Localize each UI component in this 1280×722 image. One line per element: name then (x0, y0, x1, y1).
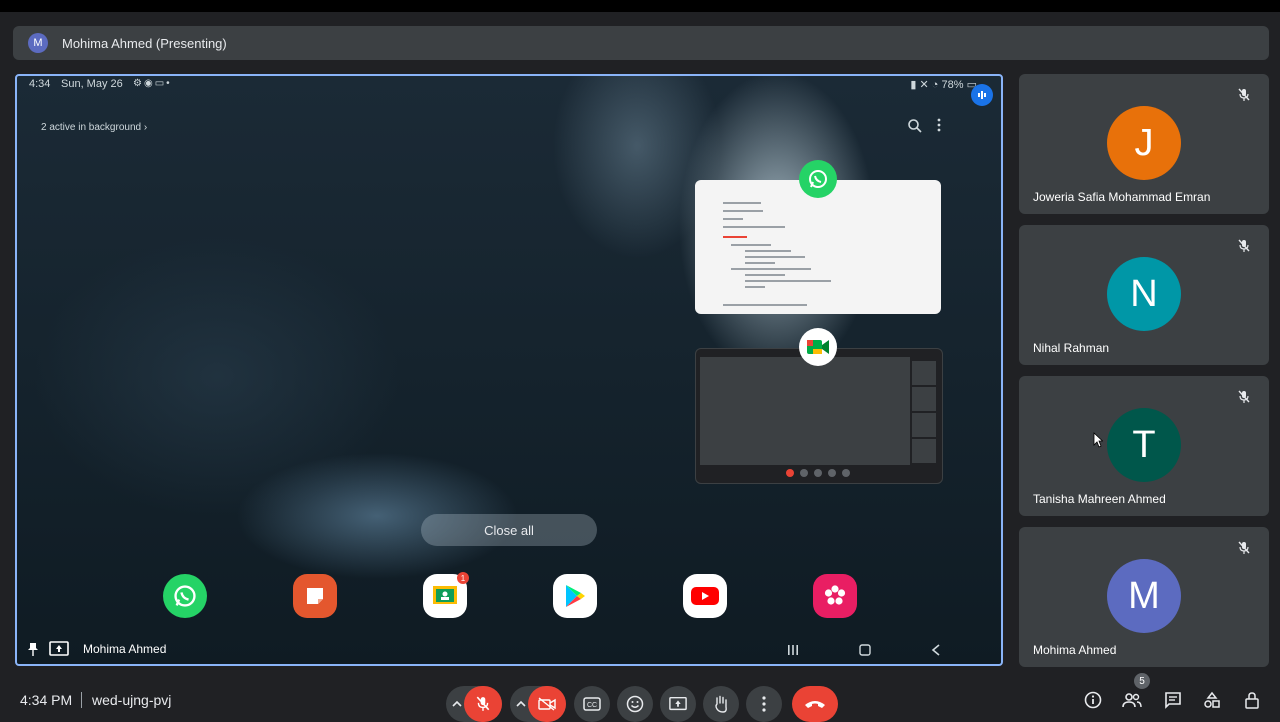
pin-icon[interactable] (27, 642, 39, 661)
mic-active-icon (971, 84, 993, 106)
meeting-clock: 4:34 PM (20, 692, 73, 708)
recents-nav-icon[interactable] (787, 643, 799, 661)
lock-person-icon (1245, 692, 1259, 709)
participant-tile-joweria[interactable]: J Joweria Safia Mohammad Emran (1019, 74, 1269, 214)
hand-icon (715, 695, 727, 713)
chat-icon (1165, 692, 1181, 709)
divider (81, 692, 82, 708)
battery-status: ▮ ✕ ◔ 78% ▭ (910, 79, 977, 91)
participant-avatar: T (1107, 408, 1181, 482)
present-now-button[interactable] (660, 686, 696, 722)
participant-name: Joweria Safia Mohammad Emran (1033, 190, 1211, 204)
battery-level: 78% (941, 79, 964, 91)
dock-play-store-icon[interactable] (553, 574, 597, 618)
mic-off-icon (1237, 541, 1251, 555)
present-screen-icon[interactable] (49, 641, 69, 662)
presenting-text: Mohima Ahmed (Presenting) (62, 35, 227, 51)
home-nav-icon[interactable] (859, 643, 871, 661)
mic-off-icon (1237, 239, 1251, 253)
info-icon (1084, 691, 1102, 709)
meeting-info-button[interactable] (1081, 688, 1105, 712)
top-edge (0, 0, 1280, 12)
captions-icon: CC (583, 697, 601, 711)
participant-tile-mohima[interactable]: M Mohima Ahmed (1019, 527, 1269, 667)
activities-icon (1204, 691, 1220, 708)
leave-call-button[interactable] (792, 686, 838, 722)
presenting-banner: M Mohima Ahmed (Presenting) (13, 26, 1269, 60)
close-all-button[interactable]: Close all (421, 514, 597, 546)
whatsapp-icon[interactable] (799, 160, 837, 198)
svg-text:CC: CC (587, 702, 597, 709)
device-time: 4:34 (29, 78, 51, 90)
people-button[interactable] (1120, 688, 1144, 712)
participant-tile-nihal[interactable]: N Nihal Rahman (1019, 225, 1269, 365)
participant-name: Tanisha Mahreen Ahmed (1033, 492, 1166, 506)
dock-whatsapp-icon[interactable] (163, 574, 207, 618)
mic-off-icon (1237, 390, 1251, 404)
more-vert-icon (762, 696, 766, 712)
emoji-icon (626, 695, 644, 713)
camera-off-button[interactable] (528, 686, 566, 722)
people-icon (1122, 693, 1142, 708)
hang-up-icon (805, 701, 825, 708)
present-icon (669, 696, 687, 711)
recent-app-card-meet[interactable] (695, 348, 943, 484)
participant-name: Mohima Ahmed (1033, 643, 1117, 657)
dock-gallery-icon[interactable] (813, 574, 857, 618)
mic-off-icon (1237, 88, 1251, 102)
mic-off-button[interactable] (464, 686, 502, 722)
back-nav-icon[interactable] (931, 643, 941, 661)
device-status-bar: 4:34 Sun, May 26 ⚙◉▭• ▮ ✕ ◔ 78% ▭ (29, 78, 989, 94)
participant-avatar: J (1107, 106, 1181, 180)
participant-name: Nihal Rahman (1033, 341, 1110, 355)
more-options-button[interactable] (746, 686, 782, 722)
chevron-up-icon[interactable] (516, 695, 526, 713)
meeting-control-bar: 4:34 PM wed-ujng-pvj CC 5 (0, 673, 1280, 722)
more-options-icon[interactable] (937, 118, 947, 136)
participant-avatar: N (1107, 257, 1181, 331)
shared-screen[interactable]: 4:34 Sun, May 26 ⚙◉▭• ▮ ✕ ◔ 78% ▭ 2 acti… (15, 74, 1003, 666)
participant-avatar: M (1107, 559, 1181, 633)
raise-hand-button[interactable] (703, 686, 739, 722)
recent-app-card-whatsapp[interactable] (695, 180, 941, 314)
activities-button[interactable] (1200, 688, 1224, 712)
mouse-cursor-icon (1093, 432, 1104, 453)
mic-off-icon (476, 696, 490, 711)
presenter-name-label: Mohima Ahmed (83, 642, 167, 656)
background-apps-link[interactable]: 2 active in background › (41, 122, 147, 133)
host-controls-button[interactable] (1240, 688, 1264, 712)
camera-off-icon (538, 697, 556, 711)
emoji-reaction-button[interactable] (617, 686, 653, 722)
classroom-badge: 1 (457, 572, 469, 584)
google-meet-icon[interactable] (799, 328, 837, 366)
presenter-avatar: M (28, 33, 48, 53)
device-nav-bar: Mohima Ahmed (17, 634, 1001, 664)
dock-notes-icon[interactable] (293, 574, 337, 618)
captions-button[interactable]: CC (574, 686, 610, 722)
dock-youtube-icon[interactable] (683, 574, 727, 618)
device-date: Sun, May 26 (61, 78, 123, 90)
participant-tile-tanisha[interactable]: T Tanisha Mahreen Ahmed (1019, 376, 1269, 516)
chevron-up-icon[interactable] (452, 695, 462, 713)
search-icon[interactable] (907, 118, 925, 136)
chat-button[interactable] (1161, 688, 1185, 712)
status-icons: ⚙◉▭• (133, 78, 172, 89)
meeting-code: wed-ujng-pvj (92, 692, 172, 708)
participant-count-badge: 5 (1134, 673, 1150, 689)
